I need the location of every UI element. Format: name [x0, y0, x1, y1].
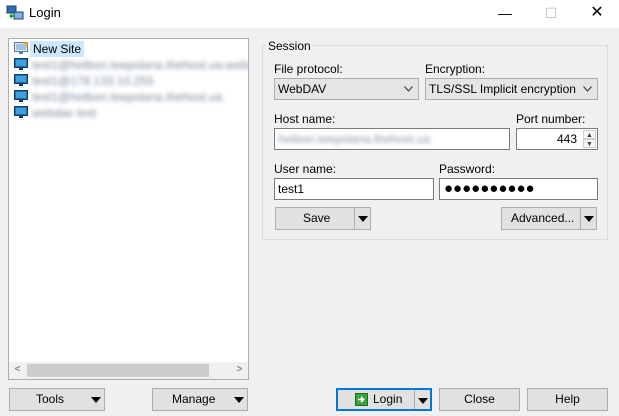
horizontal-scrollbar[interactable]: < >: [9, 362, 248, 379]
encryption-value: TLS/SSL Implicit encryption: [429, 82, 576, 96]
port-spin-buttons: ▲ ▼: [583, 130, 596, 148]
computer-icon: [14, 106, 28, 118]
computer-icon: [14, 58, 28, 70]
tree-item-new-site[interactable]: New Site: [13, 41, 248, 57]
user-name-label: User name:: [274, 162, 337, 176]
site-tree[interactable]: New Site test1@hetbon.teepolana.thehost.…: [8, 38, 249, 380]
computer-icon: [14, 90, 28, 102]
close-button-label: Close: [464, 392, 495, 406]
file-protocol-value: WebDAV: [278, 82, 327, 96]
password-value: ●●●●●●●●●●: [444, 180, 535, 197]
tree-item-site[interactable]: test1@178.133.10.255: [13, 73, 248, 89]
tools-dropdown-arrow-icon: [88, 389, 104, 410]
tree-item-label: webdav test: [32, 106, 97, 120]
advanced-dropdown-arrow-icon[interactable]: [580, 208, 596, 229]
tree-item-site[interactable]: test1@hetbon.teepolana.thehost.ua: [13, 89, 248, 105]
login-icon: [355, 393, 368, 406]
encryption-select[interactable]: TLS/SSL Implicit encryption: [425, 78, 598, 100]
tools-button[interactable]: Tools: [9, 388, 105, 411]
save-dropdown-arrow-icon[interactable]: [354, 208, 370, 229]
advanced-button-label: Advanced...: [511, 211, 575, 225]
login-dropdown-arrow-icon[interactable]: [414, 390, 430, 409]
tree-item-site[interactable]: webdav test: [13, 105, 248, 121]
new-site-icon: [14, 42, 28, 54]
manage-button-label: Manage: [172, 392, 216, 406]
save-button-label: Save: [303, 211, 331, 225]
file-protocol-select[interactable]: WebDAV: [274, 78, 419, 100]
chevron-down-icon: [404, 86, 413, 92]
scroll-right-arrow-icon[interactable]: >: [231, 362, 248, 379]
computer-icon: [14, 74, 28, 86]
title-bar: Login — ☐ ✕: [0, 0, 619, 28]
port-number-value: 443: [556, 132, 577, 146]
close-window-button[interactable]: ✕: [574, 0, 619, 28]
help-button-label: Help: [555, 392, 580, 406]
tree-item-label: New Site: [30, 41, 85, 57]
port-number-label: Port number:: [516, 112, 586, 126]
close-button[interactable]: Close: [439, 388, 520, 411]
host-name-value: hetbon.teepolana.thehost.ua: [278, 132, 431, 146]
spin-up-icon[interactable]: ▲: [583, 130, 596, 139]
encryption-label: Encryption:: [425, 62, 486, 76]
winscp-app-icon: [6, 5, 24, 20]
manage-button[interactable]: Manage: [152, 388, 248, 411]
login-button[interactable]: Login: [336, 388, 432, 411]
maximize-button[interactable]: ☐: [528, 0, 574, 28]
login-button-label: Login: [373, 392, 403, 406]
chevron-down-icon: [583, 86, 592, 92]
user-name-value: test1: [278, 182, 305, 196]
port-number-stepper[interactable]: 443 ▲ ▼: [516, 128, 598, 150]
tree-item-label: test1@178.133.10.255: [32, 74, 154, 88]
host-name-input[interactable]: hetbon.teepolana.thehost.ua: [274, 128, 510, 150]
tree-item-label: test1@hetbon.teepolana.thehost.ua:webdav: [32, 58, 249, 72]
save-button[interactable]: Save: [275, 207, 371, 230]
session-group-caption: Session: [266, 39, 313, 53]
host-name-label: Host name:: [274, 112, 336, 126]
file-protocol-label: File protocol:: [274, 62, 343, 76]
password-input[interactable]: ●●●●●●●●●●: [439, 178, 598, 200]
help-button[interactable]: Help: [527, 388, 608, 411]
tree-item-site[interactable]: test1@hetbon.teepolana.thehost.ua:webdav: [13, 57, 249, 73]
scrollbar-thumb[interactable]: [27, 364, 209, 377]
manage-dropdown-arrow-icon: [231, 389, 247, 410]
tree-item-label: test1@hetbon.teepolana.thehost.ua: [32, 90, 223, 104]
window-title: Login: [29, 5, 61, 20]
password-label: Password:: [439, 162, 496, 176]
user-name-input[interactable]: test1: [274, 178, 434, 200]
tools-button-label: Tools: [36, 392, 65, 406]
minimize-button[interactable]: —: [482, 0, 528, 28]
advanced-button[interactable]: Advanced...: [501, 207, 597, 230]
scroll-left-arrow-icon[interactable]: <: [9, 362, 26, 379]
spin-down-icon[interactable]: ▼: [583, 139, 596, 148]
